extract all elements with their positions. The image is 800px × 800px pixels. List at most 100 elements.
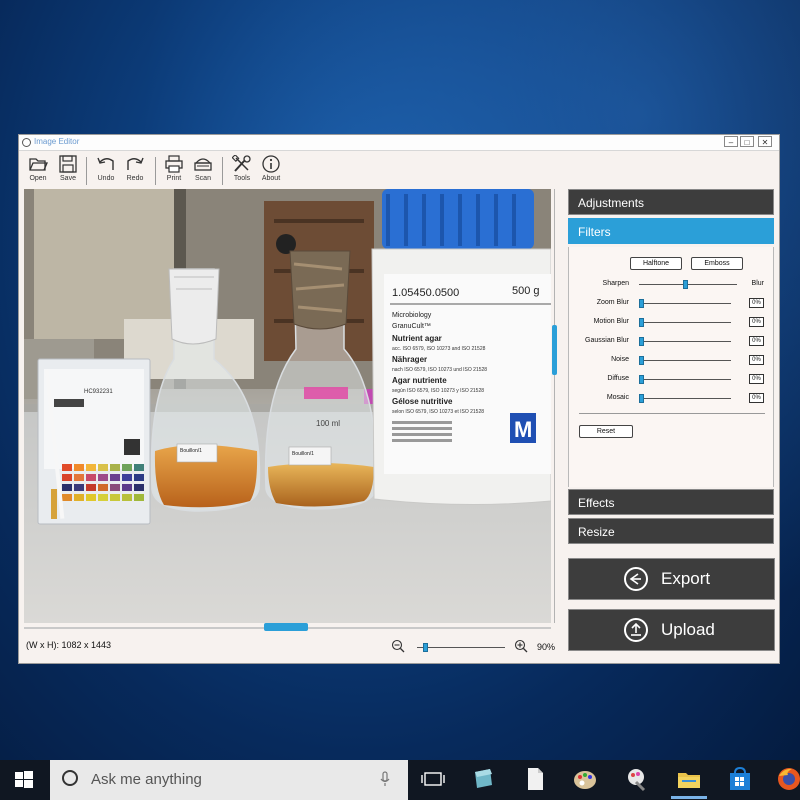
maximize-button[interactable]: □ [740,136,754,147]
ph-strip-box: HC932231 [37,358,151,525]
diffuse-handle[interactable] [639,375,644,384]
toolbar-divider [222,157,223,185]
undo-button[interactable]: Undo [93,155,119,182]
document-icon[interactable] [522,766,548,792]
zoom-percentage: 90% [537,642,556,652]
noise-handle[interactable] [639,356,644,365]
mosaic-handle[interactable] [639,394,644,403]
bottle-line-4: acc. ISO 6579, ISO 10273 and ISO 21528 [392,346,486,352]
emboss-button[interactable]: Emboss [691,257,743,270]
info-icon [262,155,280,173]
folder-open-icon [29,158,48,171]
about-button[interactable]: About [258,155,284,182]
flask-right-label: Bouillon/1 [292,451,314,457]
sharpen-label: Sharpen [602,280,629,287]
noise-slider[interactable] [639,360,731,361]
zoom-in-icon[interactable] [514,639,528,653]
about-label: About [261,175,281,182]
filters-panel: Halftone Emboss Sharpen Blur Zoom Blur 0… [568,247,774,487]
motion-blur-handle[interactable] [639,318,644,327]
open-button[interactable]: Open [25,155,51,182]
bottle-weight: 500 g [512,285,540,297]
upload-button[interactable]: Upload [568,609,775,651]
firefox-icon[interactable] [776,766,800,792]
export-button[interactable]: Export [568,558,775,600]
reset-button[interactable]: Reset [579,425,633,438]
upload-icon [624,618,648,642]
scan-button[interactable]: Scan [190,155,216,182]
save-button[interactable]: Save [55,155,81,182]
paint-palette-icon[interactable] [572,766,598,792]
app-icon [22,138,31,147]
taskbar-search-box[interactable]: Ask me anything [50,760,408,800]
app-cube-icon[interactable] [470,766,496,792]
redo-button[interactable]: Redo [122,155,148,182]
toolbar-divider [155,157,156,185]
zoom-blur-slider[interactable] [639,303,731,304]
redo-label: Redo [126,175,144,182]
gaussian-blur-slider[interactable] [639,341,731,342]
active-app-indicator [671,796,707,799]
gaussian-blur-value: 0% [749,336,764,346]
halftone-button[interactable]: Halftone [630,257,682,270]
undo-icon [97,157,114,170]
mosaic-slider[interactable] [639,398,731,399]
zoom-slider[interactable] [417,647,505,648]
sharpen-blur-handle[interactable] [683,280,688,289]
gaussian-blur-handle[interactable] [639,337,644,346]
printer-icon [165,155,183,173]
image-canvas[interactable]: HC932231 Bouillon/1 100 ml Bouillon/1 1.… [24,189,551,623]
upload-label: Upload [661,620,715,639]
bottle-code: 1.05450.0500 [392,287,459,299]
export-icon [624,567,648,591]
window-title: Image Editor [34,137,80,146]
image-dimensions: (W x H): 1082 x 1443 [26,640,112,650]
filters-divider [579,413,765,414]
tools-button[interactable]: Tools [229,155,255,182]
vertical-scroll-thumb[interactable] [552,325,557,375]
close-button[interactable]: ✕ [758,136,772,147]
microphone-icon[interactable] [380,771,390,787]
redo-icon [127,157,144,170]
horizontal-scroll-thumb[interactable] [264,623,308,631]
store-icon[interactable] [727,766,753,792]
print-button[interactable]: Print [161,155,187,182]
windows-start-icon[interactable] [14,770,34,790]
zoom-slider-handle[interactable] [423,643,428,652]
effects-section-header[interactable]: Effects [568,489,774,515]
export-label: Export [661,569,711,588]
bottle-line-10: selon ISO 6579, ISO 10273 et ISO 21528 [392,409,484,415]
brand-logo: M [514,417,532,442]
bottle-line-7: Agar nutriente [392,376,447,385]
motion-blur-slider[interactable] [639,322,731,323]
scan-label: Scan [195,175,211,182]
bottle-line-2: GranuCult™ [392,323,431,330]
bottle-line-3: Nutrient agar [392,334,442,343]
resize-section-header[interactable]: Resize [568,518,774,544]
filters-section-header[interactable]: Filters [568,218,774,244]
file-explorer-icon[interactable] [676,766,702,792]
save-label: Save [60,175,76,182]
bottle-line-8: según ISO 6579, ISO 10273 y ISO 21528 [392,388,484,394]
noise-value: 0% [749,355,764,365]
zoom-out-icon[interactable] [391,639,405,653]
vertical-scrollbar[interactable] [554,189,555,623]
adjustments-section-header[interactable]: Adjustments [568,189,774,215]
toolbar: Open Save Undo Redo Print Scan Tools Abo… [19,151,779,187]
motion-blur-label: Motion Blur [593,318,629,325]
image-editor-window: Image Editor – □ ✕ Open Save Undo Redo P… [18,134,780,664]
zoom-blur-handle[interactable] [639,299,644,308]
blur-label: Blur [751,280,764,287]
motion-blur-value: 0% [749,317,764,327]
minimize-button[interactable]: – [724,136,738,147]
flask-left-label: Bouillon/1 [180,448,202,454]
zoom-blur-value: 0% [749,298,764,308]
mosaic-label: Mosaic [606,394,629,401]
bottle-line-9: Gélose nutritive [392,397,453,406]
print-label: Print [166,175,182,182]
diffuse-slider[interactable] [639,379,731,380]
task-view-icon[interactable] [420,766,446,792]
paint-3d-icon[interactable] [624,766,650,792]
tools-icon [232,155,251,172]
scanner-icon [194,158,212,171]
